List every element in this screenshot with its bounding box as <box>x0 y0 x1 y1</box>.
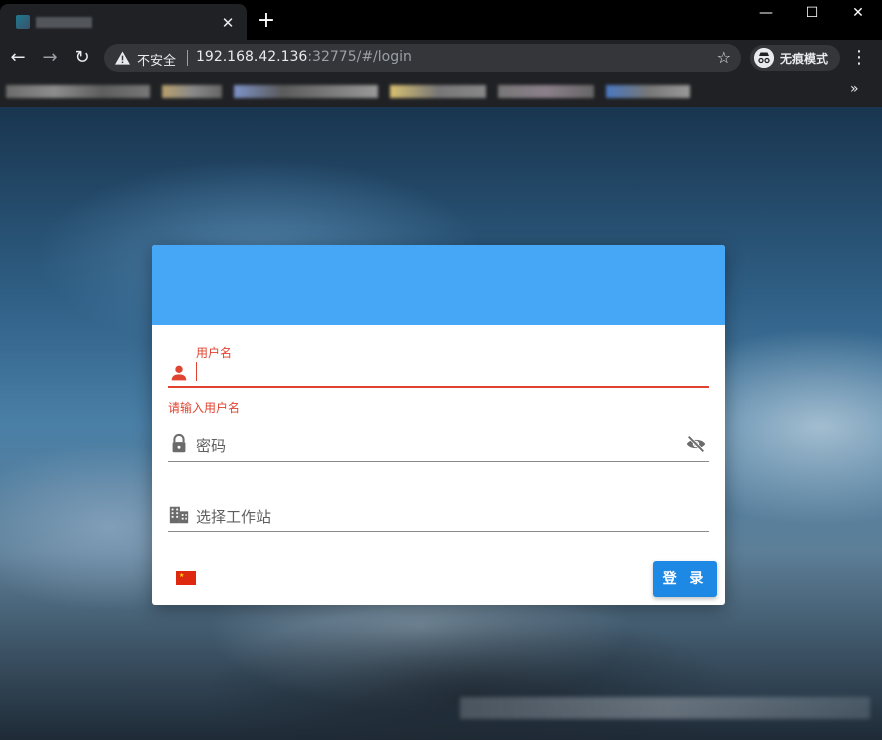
bookmark-item[interactable] <box>498 85 594 98</box>
login-card: 用户名 请输入用户名 密码 选择工作站 ★ 登 录 <box>152 245 725 605</box>
tab-strip: ✕ + — ☐ ✕ <box>0 0 882 40</box>
login-button[interactable]: 登 录 <box>653 561 717 597</box>
bookmark-item[interactable] <box>606 85 690 98</box>
close-window-button[interactable]: ✕ <box>836 0 880 28</box>
username-input[interactable] <box>196 362 197 381</box>
browser-tab[interactable]: ✕ <box>0 4 247 40</box>
building-icon <box>169 506 189 524</box>
username-label: 用户名 <box>196 346 233 360</box>
minimize-button[interactable]: — <box>744 0 788 28</box>
bookmark-item[interactable] <box>162 85 222 98</box>
address-bar[interactable]: 不安全 192.168.42.136:32775/#/login ☆ <box>104 44 741 72</box>
workstation-underline <box>168 531 709 532</box>
lock-icon <box>172 433 186 453</box>
password-underline <box>168 461 709 462</box>
bookmark-item[interactable] <box>234 85 378 98</box>
incognito-label: 无痕模式 <box>780 52 829 66</box>
url-path: :32775/#/login <box>307 49 412 65</box>
bookmark-item[interactable] <box>6 85 150 98</box>
url-text[interactable]: 192.168.42.136:32775/#/login <box>196 49 412 65</box>
eye-off-icon[interactable] <box>685 433 707 455</box>
tab-close-icon[interactable]: ✕ <box>218 13 238 33</box>
incognito-icon <box>754 48 774 68</box>
username-error: 请输入用户名 <box>168 401 241 415</box>
bookmarks-overflow-icon[interactable]: » <box>850 81 859 97</box>
warning-icon[interactable] <box>115 51 130 65</box>
tab-favicon-icon <box>16 15 30 29</box>
new-tab-button[interactable]: + <box>255 10 277 32</box>
url-host: 192.168.42.136 <box>196 49 308 65</box>
footer-redacted <box>460 697 870 719</box>
person-icon <box>171 365 187 381</box>
china-flag-icon[interactable]: ★ <box>176 571 196 585</box>
back-button[interactable]: ← <box>6 46 30 70</box>
browser-toolbar: ← → ↻ 不安全 192.168.42.136:32775/#/login ☆… <box>0 40 882 76</box>
security-status[interactable]: 不安全 <box>137 50 176 69</box>
username-underline <box>168 386 709 388</box>
maximize-button[interactable]: ☐ <box>790 0 834 28</box>
omnibox-divider <box>187 50 188 66</box>
bookmark-star-icon[interactable]: ☆ <box>717 48 731 67</box>
bookmarks-bar: » <box>0 76 882 107</box>
login-card-header <box>152 245 725 325</box>
incognito-indicator[interactable]: 无痕模式 <box>750 45 840 71</box>
browser-menu-icon[interactable]: ⋮ <box>849 46 869 70</box>
workstation-select[interactable]: 选择工作站 <box>196 506 271 527</box>
bookmark-item[interactable] <box>390 85 486 98</box>
forward-button[interactable]: → <box>38 46 62 70</box>
reload-button[interactable]: ↻ <box>70 46 94 70</box>
password-input[interactable]: 密码 <box>196 435 226 456</box>
tab-title-redacted <box>36 17 92 28</box>
